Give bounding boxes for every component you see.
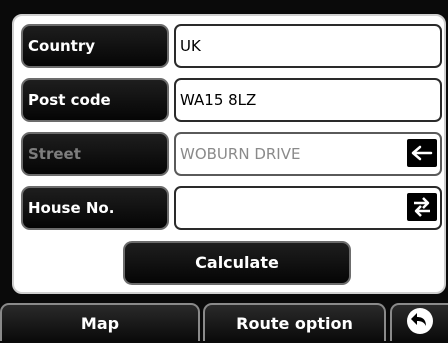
backspace-arrow-icon[interactable]: [407, 139, 437, 167]
address-entry-panel: Country UK Post code WA15 8LZ Street WOB…: [12, 14, 446, 294]
country-button[interactable]: Country: [21, 24, 169, 68]
postcode-field[interactable]: WA15 8LZ: [174, 78, 442, 122]
route-option-button[interactable]: Route option: [203, 303, 386, 341]
swap-arrows-icon[interactable]: [407, 193, 437, 221]
back-arrow-icon: [406, 307, 434, 339]
calculate-button[interactable]: Calculate: [123, 241, 351, 285]
postcode-button[interactable]: Post code: [21, 78, 169, 122]
house-number-field[interactable]: [174, 186, 442, 230]
street-button: Street: [21, 132, 169, 176]
house-number-button[interactable]: House No.: [21, 186, 169, 230]
back-button[interactable]: [390, 303, 448, 341]
country-field[interactable]: UK: [174, 24, 442, 68]
map-button[interactable]: Map: [0, 303, 200, 341]
street-value: WOBURN DRIVE: [180, 145, 301, 163]
street-field[interactable]: WOBURN DRIVE: [174, 132, 442, 176]
